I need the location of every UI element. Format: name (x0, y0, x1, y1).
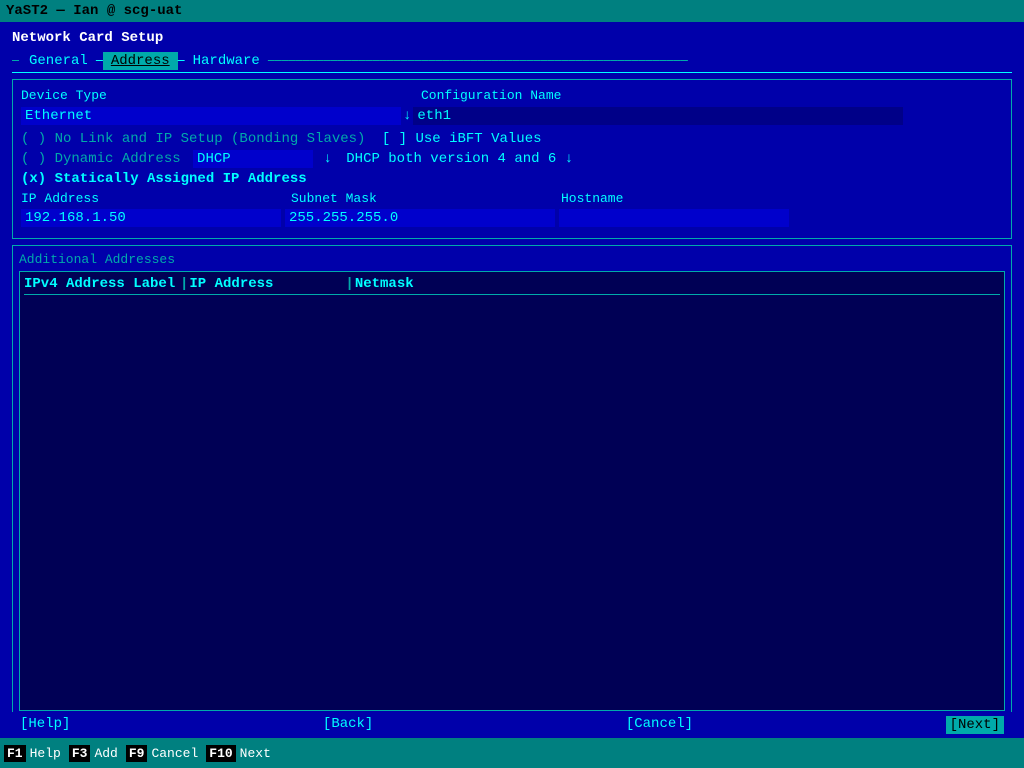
cancel-button[interactable]: [Cancel] (626, 716, 693, 734)
fkey-f3-label: Add (90, 745, 121, 762)
fkey-bar: F1 Help F3 Add F9 Cancel F10 Next (0, 738, 1024, 768)
hostname-input[interactable] (559, 209, 789, 227)
device-input-row: ↓ (21, 107, 1003, 125)
additional-addresses-title: Additional Addresses (19, 252, 1005, 267)
fkey-f3-num: F3 (69, 745, 91, 762)
device-type-input[interactable] (21, 107, 401, 125)
page-title: Network Card Setup (12, 30, 1012, 46)
ibft-checkbox[interactable]: [ ] Use iBFT Values (382, 131, 542, 147)
subnet-label: Subnet Mask (291, 191, 561, 206)
fkey-f3[interactable]: F3 Add (69, 745, 122, 762)
dhcp-desc: DHCP both version 4 and 6 (346, 151, 564, 167)
form-area: Device Type Configuration Name ↓ ( ) No … (12, 79, 1012, 239)
field-inputs-row (21, 209, 1003, 227)
fkey-f10-num: F10 (206, 745, 235, 762)
fkey-f1-num: F1 (4, 745, 26, 762)
device-config-row: Device Type Configuration Name (21, 88, 1003, 103)
next-button[interactable]: [Next] (946, 716, 1004, 734)
dhcp-and: and (514, 151, 539, 167)
dhcp-value-input[interactable] (193, 150, 313, 168)
dhcp-down-arrow2: ↓ (565, 151, 573, 167)
titlebar: YaST2 — Ian @ scg-uat (0, 0, 1024, 22)
field-labels-row: IP Address Subnet Mask Hostname (21, 191, 1003, 206)
col-sep1: | (180, 276, 188, 292)
tab-address[interactable]: Address (103, 52, 178, 70)
dynamic-radio[interactable]: ( ) Dynamic Address (21, 151, 181, 167)
no-link-radio[interactable]: ( ) No Link and IP Setup (Bonding Slaves… (21, 131, 365, 147)
subnet-mask-input[interactable] (285, 209, 555, 227)
main-area: Network Card Setup ⎯ General ⎯ Address ⎯… (0, 22, 1024, 754)
col-header-netmask: Netmask (355, 276, 510, 292)
device-type-arrow: ↓ (403, 108, 411, 124)
back-button[interactable]: [Back] (323, 716, 373, 734)
ip-address-input[interactable] (21, 209, 281, 227)
fkey-f10-label: Next (236, 745, 275, 762)
dhcp-arrow: ↓ (323, 151, 331, 167)
tab-hardware[interactable]: Hardware (185, 52, 268, 70)
ip-label: IP Address (21, 191, 291, 206)
tab-sep1: ⎯ (96, 53, 103, 69)
fkey-f9-num: F9 (126, 745, 148, 762)
tab-general[interactable]: General (21, 52, 96, 70)
nav-bar: [Help] [Back] [Cancel] [Next] (0, 712, 1024, 738)
dhcp-input-field (193, 151, 321, 167)
static-radio-row: (x) Statically Assigned IP Address (21, 171, 1003, 187)
fkey-f1[interactable]: F1 Help (4, 745, 65, 762)
no-link-radio-row: ( ) No Link and IP Setup (Bonding Slaves… (21, 131, 1003, 147)
fkey-f1-label: Help (26, 745, 65, 762)
titlebar-text: YaST2 — Ian @ scg-uat (6, 3, 182, 19)
col-header-label: IPv4 Address Label (24, 276, 179, 292)
config-name-label: Configuration Name (421, 88, 561, 103)
tab-bar: ⎯ General ⎯ Address ⎯ Hardware ⎯⎯⎯⎯⎯⎯⎯⎯⎯… (12, 52, 1012, 73)
hostname-label: Hostname (561, 191, 623, 206)
config-name-input[interactable] (413, 107, 903, 125)
fkey-f9[interactable]: F9 Cancel (126, 745, 202, 762)
col-sep2: | (345, 276, 353, 292)
table-header: IPv4 Address Label | IP Address | Netmas… (24, 276, 1000, 295)
col-header-ip: IP Address (189, 276, 344, 292)
static-radio[interactable]: (x) Statically Assigned IP Address (21, 171, 307, 187)
dhcp-both: both (388, 151, 422, 167)
help-button[interactable]: [Help] (20, 716, 70, 734)
dynamic-radio-row: ( ) Dynamic Address ↓ DHCP both version … (21, 150, 1003, 168)
additional-addresses-section: Additional Addresses IPv4 Address Label … (12, 245, 1012, 746)
tab-sep2: ⎯ (178, 53, 185, 69)
address-table: IPv4 Address Label | IP Address | Netmas… (19, 271, 1005, 711)
device-type-label: Device Type (21, 88, 221, 103)
fkey-f9-label: Cancel (147, 745, 202, 762)
fkey-f10[interactable]: F10 Next (206, 745, 275, 762)
